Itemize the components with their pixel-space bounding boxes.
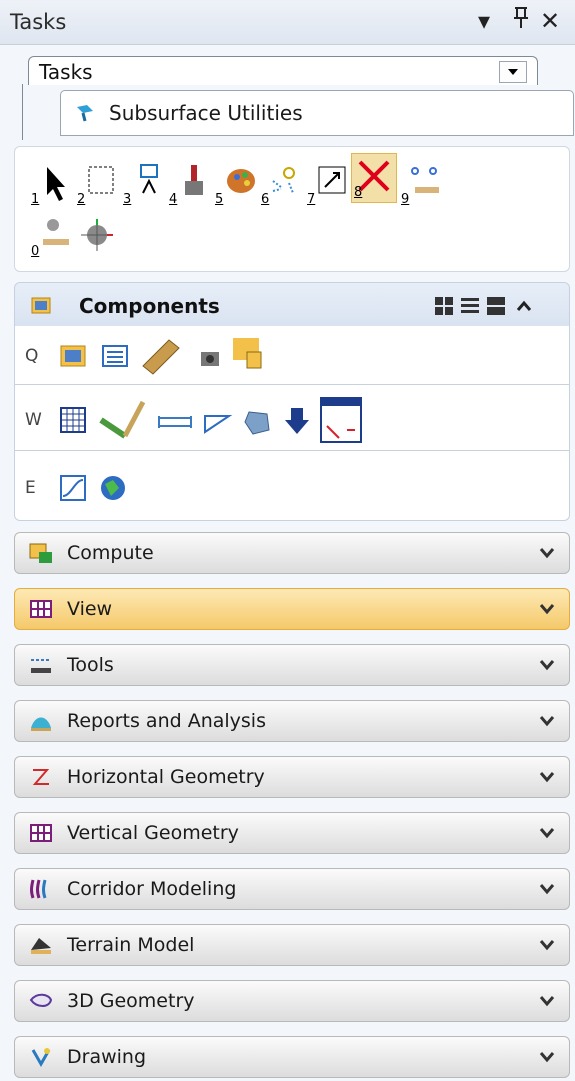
collapse-chevron-up-icon[interactable]: [515, 297, 533, 319]
vertical-geometry-icon: [29, 822, 53, 844]
main-tools-panel: 1 2 3 4 5 6 7 8 9 0: [14, 146, 570, 272]
chevron-down-icon: [539, 1049, 555, 1065]
delete-x-icon[interactable]: 8: [351, 153, 397, 203]
view-grid-icon: [29, 598, 53, 620]
chevron-down-icon: [539, 993, 555, 1009]
hammer-icon[interactable]: [99, 398, 147, 442]
components-folder-icon: [29, 293, 53, 317]
task-tab-subsurface[interactable]: Subsurface Utilities: [60, 90, 574, 136]
list-view-icon[interactable]: [461, 297, 479, 319]
section-view[interactable]: View: [14, 588, 570, 630]
slope-line-icon[interactable]: [201, 406, 233, 438]
properties-list-icon[interactable]: [99, 340, 131, 372]
pipe-icon[interactable]: [155, 406, 195, 438]
chevron-down-icon[interactable]: [499, 61, 527, 83]
components-title: Components: [79, 294, 220, 318]
task-tab-label: Subsurface Utilities: [109, 101, 303, 125]
grid-table-icon[interactable]: [57, 404, 89, 436]
row-key-w: W: [25, 410, 42, 430]
row-separator: [15, 450, 569, 451]
row-key-q: Q: [25, 346, 39, 366]
shape-blob-icon[interactable]: [241, 406, 273, 438]
panel-titlebar: Tasks ▾ ✕: [0, 0, 575, 45]
row-separator: [15, 384, 569, 385]
chevron-down-icon: [539, 881, 555, 897]
target-snap-icon[interactable]: [75, 213, 119, 261]
folder-lock-icon[interactable]: [229, 334, 267, 372]
icon-view-icon[interactable]: [435, 297, 453, 319]
tasks-selector[interactable]: Tasks: [28, 56, 538, 85]
corridor-icon: [29, 878, 53, 900]
section-tools[interactable]: Tools: [14, 644, 570, 686]
move-element-icon[interactable]: 3: [121, 161, 165, 209]
detail-view-icon[interactable]: [487, 297, 505, 319]
chevron-down-icon: [539, 545, 555, 561]
select-arrow-icon[interactable]: 1: [29, 161, 73, 209]
drawing-icon: [29, 1046, 53, 1068]
section-compute[interactable]: Compute: [14, 532, 570, 574]
arrow-down-icon[interactable]: [281, 404, 313, 436]
section-drawing[interactable]: Drawing: [14, 1036, 570, 1078]
spreadsheet-icon[interactable]: [319, 396, 363, 444]
chevron-down-icon: [539, 601, 555, 617]
measure-point-icon[interactable]: 0: [29, 213, 73, 261]
components-body: Q W E: [14, 326, 570, 521]
selection-box-icon[interactable]: 2: [75, 161, 119, 209]
section-reports-and-analysis[interactable]: Reports and Analysis: [14, 700, 570, 742]
section-vertical-geometry[interactable]: Vertical Geometry: [14, 812, 570, 854]
section-terrain-model[interactable]: Terrain Model: [14, 924, 570, 966]
horizontal-geometry-icon: [29, 766, 53, 788]
scale-box-icon[interactable]: 7: [305, 161, 349, 209]
palette-icon[interactable]: 5: [213, 161, 257, 209]
chevron-down-icon: [539, 657, 555, 673]
panel-title: Tasks: [10, 10, 67, 34]
chevron-down-icon: [539, 713, 555, 729]
paint-brush-icon[interactable]: 4: [167, 161, 211, 209]
camera-render-icon[interactable]: [193, 340, 225, 372]
close-icon[interactable]: ✕: [540, 6, 560, 36]
dropdown-menu-icon[interactable]: ▾: [478, 6, 490, 36]
highlight-spark-icon[interactable]: 6: [259, 161, 303, 209]
row-key-e: E: [25, 478, 36, 498]
pin-icon[interactable]: [512, 6, 530, 37]
reports-icon: [29, 710, 53, 732]
chevron-down-icon: [539, 937, 555, 953]
measure-distance-icon[interactable]: 9: [399, 161, 443, 209]
globe-icon[interactable]: [97, 472, 129, 504]
section-horizontal-geometry[interactable]: Horizontal Geometry: [14, 756, 570, 798]
tasks-selector-value: Tasks: [39, 60, 93, 84]
subsurface-icon: [75, 103, 95, 123]
section-corridor-modeling[interactable]: Corridor Modeling: [14, 868, 570, 910]
compute-icon: [29, 542, 53, 564]
chevron-down-icon: [539, 769, 555, 785]
section-3d-geometry[interactable]: 3D Geometry: [14, 980, 570, 1022]
terrain-icon: [29, 934, 53, 956]
geometry-3d-icon: [29, 990, 53, 1012]
profile-curve-icon[interactable]: [57, 472, 89, 504]
chevron-down-icon: [539, 825, 555, 841]
tools-icon: [29, 654, 53, 676]
components-section-header[interactable]: Components: [14, 282, 570, 328]
components-folder-icon[interactable]: [57, 340, 89, 372]
ruler-pencil-icon[interactable]: [139, 336, 183, 376]
